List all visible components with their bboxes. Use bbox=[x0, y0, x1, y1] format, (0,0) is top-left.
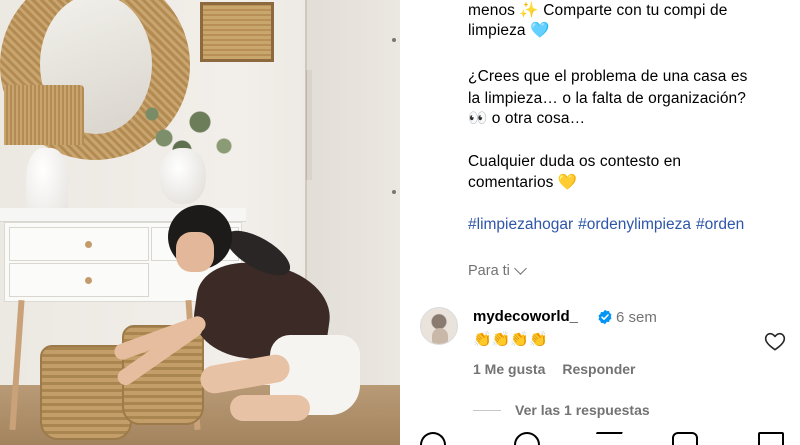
replies-divider bbox=[473, 409, 501, 411]
caption-line: ¿Crees que el problema de una casa es bbox=[468, 68, 748, 85]
caption-line: 👀 o otra cosa… bbox=[468, 110, 586, 127]
like-icon[interactable] bbox=[420, 432, 446, 445]
view-replies-button[interactable]: Ver las 1 respuestas bbox=[473, 402, 650, 418]
door-dot bbox=[392, 38, 396, 42]
caption-line: Cualquier duda os contesto en bbox=[468, 153, 682, 170]
view-replies-label: Ver las 1 respuestas bbox=[515, 402, 650, 418]
comment-time[interactable]: 6 sem bbox=[616, 309, 657, 326]
door-dot bbox=[392, 190, 396, 194]
comment-actions: 1 Me gusta Responder bbox=[473, 361, 635, 377]
chevron-down-icon bbox=[514, 262, 527, 275]
comment-username[interactable]: mydecoworld_ bbox=[473, 308, 578, 325]
caption-line: menos ✨ Comparte con tu compi de bbox=[468, 2, 728, 19]
hashtag-list: #limpiezahogar #ordenylimpieza #orden bbox=[468, 216, 749, 234]
hashtag-link[interactable]: #orden bbox=[696, 216, 744, 233]
hashtag-link[interactable]: #ordenylimpieza bbox=[578, 216, 691, 233]
action-bar bbox=[400, 432, 800, 445]
caption-line: comentarios 💛 bbox=[468, 174, 578, 191]
comment-text: 👏👏👏👏 bbox=[473, 331, 548, 348]
avatar[interactable] bbox=[420, 307, 458, 345]
drawer bbox=[9, 263, 149, 297]
white-vase bbox=[160, 148, 206, 204]
drawer-knob bbox=[85, 277, 92, 284]
person-face bbox=[176, 232, 214, 272]
comments-panel: menos ✨ Comparte con tu compi de limpiez… bbox=[400, 0, 800, 445]
comment-likes-button[interactable]: 1 Me gusta bbox=[473, 361, 545, 377]
wall-frame bbox=[200, 2, 274, 62]
hashtag-link[interactable]: #limpiezahogar bbox=[468, 216, 573, 233]
reply-button[interactable]: Responder bbox=[562, 361, 635, 377]
caption-line: limpieza 🩵 bbox=[468, 22, 550, 39]
for-you-label: Para ti bbox=[468, 263, 510, 279]
verified-badge-icon bbox=[598, 309, 612, 325]
share-icon[interactable] bbox=[587, 432, 623, 445]
drawer bbox=[9, 227, 149, 261]
caption-line: la limpieza… o la falta de organización? bbox=[468, 90, 746, 107]
save-icon[interactable] bbox=[758, 432, 784, 445]
repost-icon[interactable] bbox=[672, 432, 698, 445]
comment-icon[interactable] bbox=[514, 432, 540, 445]
post-media[interactable] bbox=[0, 0, 400, 445]
heart-icon[interactable] bbox=[764, 331, 786, 351]
person-leg bbox=[230, 395, 310, 421]
drawer-knob bbox=[85, 241, 92, 248]
lamp-shade bbox=[4, 85, 84, 145]
for-you-toggle[interactable]: Para ti bbox=[468, 262, 527, 279]
door-handle bbox=[306, 70, 312, 180]
